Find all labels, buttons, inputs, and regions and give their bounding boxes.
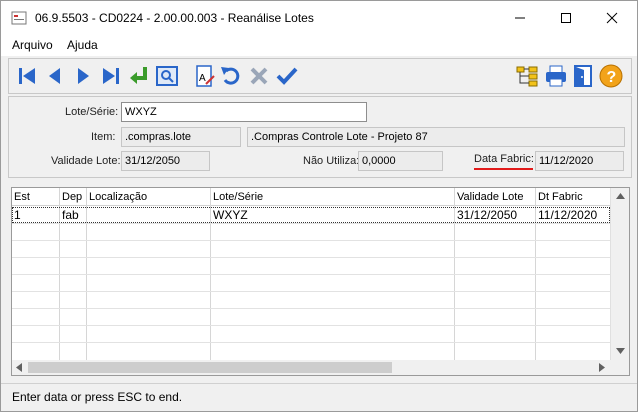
previous-record-icon[interactable] — [43, 64, 67, 88]
title-bar: 06.9.5503 - CD0224 - 2.00.00.003 - Reaná… — [1, 1, 637, 34]
tree-structure-icon[interactable] — [515, 64, 539, 88]
column-header-lote-serie[interactable]: Lote/Série — [213, 191, 263, 203]
grid-row-line — [12, 257, 610, 258]
column-header-validade-lote[interactable]: Validade Lote — [457, 191, 523, 203]
table-row-selected[interactable] — [12, 207, 610, 223]
delete-icon[interactable] — [247, 64, 271, 88]
menu-ajuda[interactable]: Ajuda — [67, 38, 98, 52]
cell-est[interactable]: 1 — [14, 208, 21, 222]
grid-row-line — [12, 240, 610, 241]
scroll-up-icon[interactable] — [616, 193, 625, 199]
column-header-localizacao[interactable]: Localização — [89, 191, 147, 203]
edit-document-icon[interactable]: A — [193, 64, 217, 88]
help-icon[interactable]: ? — [599, 64, 623, 88]
window-title: 06.9.5503 - CD0224 - 2.00.00.003 - Reaná… — [35, 11, 314, 25]
close-button[interactable] — [589, 1, 635, 34]
maximize-button[interactable] — [543, 1, 589, 34]
scrollbar-corner — [610, 360, 629, 375]
status-bar: Enter data or press ESC to end. — [1, 383, 637, 411]
grid-header: Est Dep Localização Lote/Série Validade … — [12, 188, 610, 206]
grid-row-line — [12, 274, 610, 275]
cell-validade-lote[interactable]: 31/12/2050 — [457, 208, 517, 222]
close-icon — [606, 12, 618, 23]
goto-icon[interactable] — [127, 64, 151, 88]
horizontal-scroll-thumb[interactable] — [28, 362, 392, 373]
app-window: 06.9.5503 - CD0224 - 2.00.00.003 - Reaná… — [0, 0, 638, 412]
grid-row-line — [12, 342, 610, 343]
cell-lote-serie[interactable]: WXYZ — [213, 208, 248, 222]
item-label: Item: — [91, 131, 116, 143]
grid-row-line — [12, 325, 610, 326]
lote-serie-label: Lote/Série: — [65, 106, 119, 118]
menu-bar: Arquivo Ajuda — [1, 34, 637, 56]
cell-dep[interactable]: fab — [62, 208, 79, 222]
validade-lote-field: 31/12/2050 — [121, 151, 210, 171]
form-panel: Lote/Série: WXYZ Item: .compras.lote .Co… — [8, 96, 632, 178]
app-icon — [11, 11, 27, 25]
toolbar: A ? — [8, 58, 632, 94]
maximize-icon — [561, 12, 571, 23]
svg-text:?: ? — [607, 69, 617, 86]
column-header-dep[interactable]: Dep — [62, 191, 82, 203]
last-record-icon[interactable] — [99, 64, 123, 88]
cell-dt-fabric[interactable]: 11/12/2020 — [538, 208, 597, 222]
scroll-right-icon[interactable] — [599, 363, 605, 372]
first-record-icon[interactable] — [15, 64, 39, 88]
menu-arquivo[interactable]: Arquivo — [12, 38, 53, 52]
data-fabric-label: Data Fabric: — [474, 153, 534, 165]
horizontal-scrollbar[interactable] — [12, 360, 610, 375]
grid-row-line — [12, 223, 610, 224]
scroll-left-icon[interactable] — [16, 363, 22, 372]
minimize-button[interactable] — [497, 1, 543, 34]
data-fabric-highlight — [474, 168, 533, 170]
grid-row-line — [12, 291, 610, 292]
grid-row-line — [12, 308, 610, 309]
minimize-icon — [515, 17, 525, 18]
validade-lote-label: Validade Lote: — [51, 155, 121, 167]
scroll-down-icon[interactable] — [616, 348, 625, 354]
item-description-field: .Compras Controle Lote - Projeto 87 — [247, 127, 625, 147]
lots-grid[interactable]: Est Dep Localização Lote/Série Validade … — [11, 187, 630, 376]
print-icon[interactable] — [544, 64, 568, 88]
status-text: Enter data or press ESC to end. — [12, 390, 183, 404]
column-header-est[interactable]: Est — [14, 191, 30, 203]
nao-utiliza-label: Não Utiliza: — [303, 155, 360, 167]
column-header-dt-fabric[interactable]: Dt Fabric — [538, 191, 583, 203]
confirm-icon[interactable] — [275, 64, 299, 88]
search-icon[interactable] — [155, 64, 179, 88]
data-fabric-field: 11/12/2020 — [535, 151, 624, 171]
nao-utiliza-field: 0,0000 — [358, 151, 443, 171]
lote-serie-input[interactable]: WXYZ — [121, 102, 367, 122]
item-code-field: .compras.lote — [121, 127, 241, 147]
next-record-icon[interactable] — [71, 64, 95, 88]
exit-door-icon[interactable] — [571, 64, 595, 88]
vertical-scrollbar[interactable] — [610, 188, 629, 360]
undo-icon[interactable] — [219, 64, 243, 88]
svg-text:A: A — [199, 73, 206, 84]
